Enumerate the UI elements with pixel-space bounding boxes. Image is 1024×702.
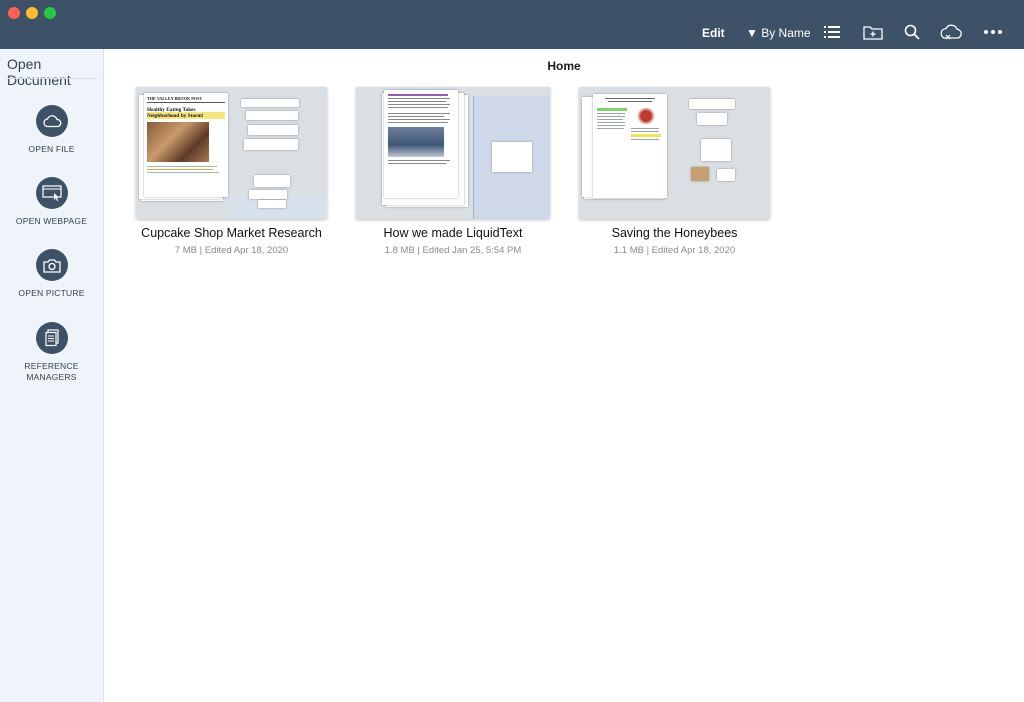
sidebar-item-open-picture[interactable]: OPEN PICTURE (0, 249, 103, 299)
document-thumbnail[interactable] (579, 87, 770, 219)
sidebar-divider (6, 78, 97, 79)
thumb-headline: Healthy Eating Takes Neighborhood by Sto… (147, 107, 225, 119)
sidebar-item-open-webpage[interactable]: OPEN WEBPAGE (0, 177, 103, 227)
thumb-heading: THE VALLEY BROOK POST (147, 96, 203, 101)
cloud-sync-icon[interactable] (938, 22, 964, 42)
document-icon (35, 322, 68, 354)
document-name[interactable]: How we made LiquidText (356, 226, 550, 240)
sidebar-title: Open Document (7, 56, 71, 88)
sidebar-item-label: REFERENCE MANAGERS (24, 361, 79, 382)
article-page (593, 94, 667, 198)
document-card[interactable]: How we made LiquidText 1.8 MB | Edited J… (356, 87, 550, 256)
document-name[interactable]: Cupcake Shop Market Research (136, 226, 327, 240)
camera-icon (35, 249, 68, 281)
document-meta: 1.8 MB | Edited Jan 25, 5:54 PM (384, 245, 522, 256)
more-icon[interactable] (982, 22, 1004, 42)
list-view-icon[interactable] (821, 22, 843, 42)
search-icon[interactable] (901, 22, 923, 42)
sidebar-item-open-file[interactable]: OPEN FILE (0, 105, 103, 155)
document-thumbnail[interactable]: THE VALLEY BROOK POST Healthy Eating Tak… (136, 87, 327, 219)
sidebar-item-label: OPEN PICTURE (18, 288, 85, 298)
newspaper-page: THE VALLEY BROOK POST Healthy Eating Tak… (144, 93, 228, 197)
document-card[interactable]: THE VALLEY BROOK POST Healthy Eating Tak… (136, 87, 327, 256)
minimize-window-button[interactable] (26, 7, 38, 19)
sort-by-name-button[interactable]: ▼ By Name (746, 25, 811, 41)
sidebar-item-reference-managers[interactable]: REFERENCE MANAGERS (0, 322, 103, 383)
document-meta: 1.1 MB | Edited Apr 18, 2020 (613, 245, 736, 256)
edit-button[interactable]: Edit (702, 25, 725, 41)
document-name[interactable]: Saving the Honeybees (579, 226, 770, 240)
toolbar: Edit ▼ By Name (0, 0, 1024, 49)
document-card[interactable]: Saving the Honeybees 1.1 MB | Edited Apr… (579, 87, 770, 256)
webpage-icon (35, 177, 68, 209)
cloud-icon (35, 105, 68, 137)
document-meta: 7 MB | Edited Apr 18, 2020 (174, 245, 289, 256)
sidebar-item-label: OPEN FILE (28, 144, 75, 154)
new-folder-icon[interactable] (862, 22, 884, 42)
sidebar: Open Document OPEN FILE OPEN WEBPAGE OPE… (0, 49, 104, 702)
page-title: Home (547, 59, 581, 73)
document-thumbnail[interactable] (356, 87, 550, 219)
maximize-window-button[interactable] (44, 7, 56, 19)
sidebar-item-label: OPEN WEBPAGE (15, 216, 88, 226)
close-window-button[interactable] (8, 7, 20, 19)
article-page (384, 90, 458, 198)
